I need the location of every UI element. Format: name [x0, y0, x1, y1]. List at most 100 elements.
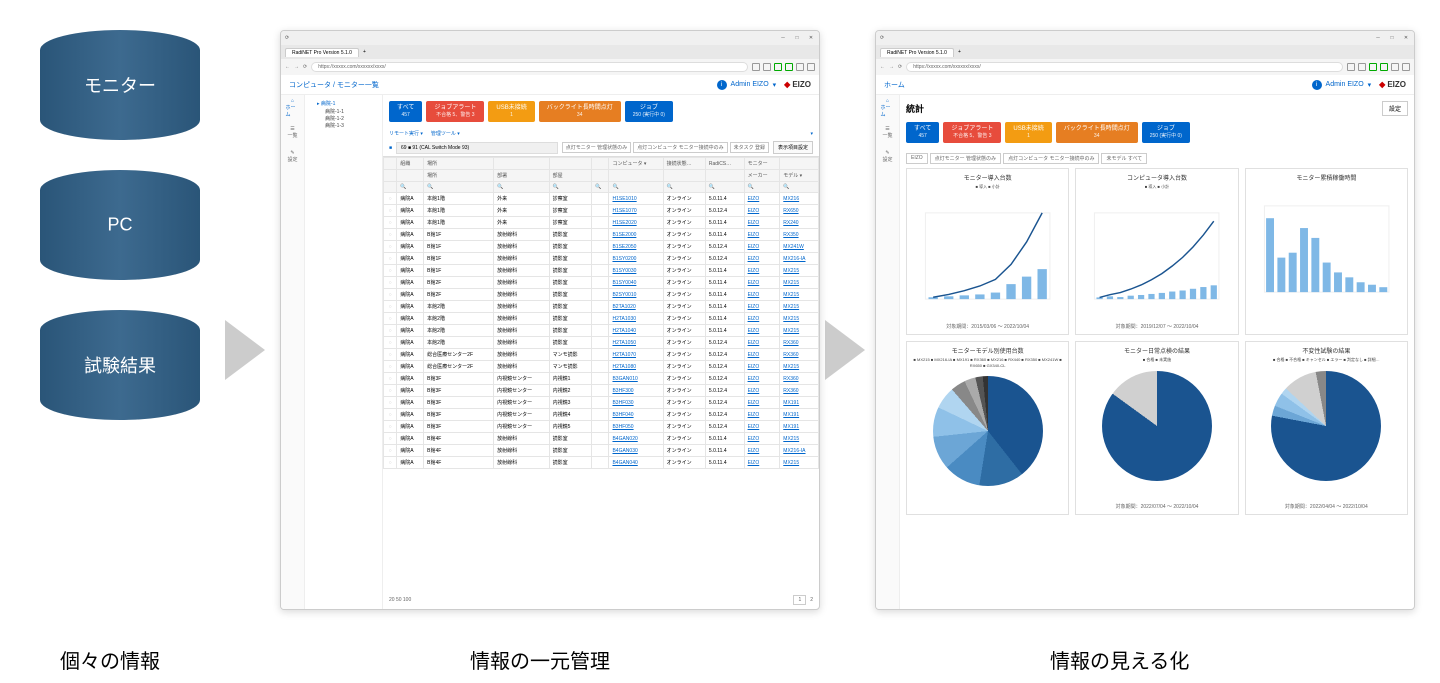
table-row[interactable]: ○病院A本館2階放射線科読影室H2TA1030オンライン5.0.11.4EIZO…	[384, 313, 819, 325]
col-subheader[interactable]	[705, 170, 744, 182]
table-row[interactable]: ○病院AB館1F放射線科読影室B1SY0030オンライン5.0.11.4EIZO…	[384, 265, 819, 277]
col-subheader[interactable]	[609, 170, 663, 182]
table-row[interactable]: ○病院AB館1F放射線科読影室B1SE2050オンライン5.0.12.4EIZO…	[384, 241, 819, 253]
col-subheader[interactable]: メーカー	[744, 170, 780, 182]
url-input[interactable]: https://xxxxx.com/xxxxxx/xxxx/	[906, 62, 1343, 72]
table-row[interactable]: ○病院A本館2階放射線科読影室H2TA1040オンライン5.0.11.4EIZO…	[384, 325, 819, 337]
sidebar-settings-icon[interactable]: ✎設定	[881, 149, 895, 163]
col-filter[interactable]: 🔍	[663, 182, 705, 193]
col-header[interactable]: 場所	[424, 158, 494, 170]
reload-icon[interactable]: ⟳	[898, 64, 902, 70]
tree-child[interactable]: 病院-1-2	[309, 115, 378, 122]
table-row[interactable]: ○病院A本館1階外来診察室H1SE1070オンライン5.0.12.4EIZORX…	[384, 205, 819, 217]
table-row[interactable]: ○病院AB館3F内視鏡センター内視鏡1B3GAN010オンライン5.0.12.4…	[384, 373, 819, 385]
col-subheader[interactable]	[663, 170, 705, 182]
forward-icon[interactable]: →	[294, 64, 299, 70]
table-row[interactable]: ○病院AB館1F放射線科読影室B1SY0200オンライン5.0.12.4EIZO…	[384, 253, 819, 265]
table-row[interactable]: ○病院AB館2F放射線科読影室B1SY0040オンライン5.0.11.4EIZO…	[384, 277, 819, 289]
maximize-icon[interactable]: □	[1388, 35, 1396, 41]
col-header[interactable]: モニター	[744, 158, 780, 170]
status-tag[interactable]: 点灯モニター 管理状態のみ	[562, 142, 631, 153]
table-row[interactable]: ○病院AB館4F放射線科読影室B4GAN020オンライン5.0.11.4EIZO…	[384, 433, 819, 445]
col-header[interactable]	[780, 158, 819, 170]
forward-icon[interactable]: →	[889, 64, 894, 70]
col-subheader[interactable]	[591, 170, 609, 182]
minimize-icon[interactable]: ─	[779, 35, 787, 41]
user-menu[interactable]: iAdmin EIZO▾	[717, 80, 777, 90]
col-filter[interactable]: 🔍	[780, 182, 819, 193]
table-row[interactable]: ○病院A本館1階外来診察室H1SE1010オンライン5.0.11.4EIZOMX…	[384, 193, 819, 205]
table-row[interactable]: ○病院A本館2階放射線科読影室B2TA1020オンライン5.0.11.4EIZO…	[384, 301, 819, 313]
table-row[interactable]: ○病院AB館3F内視鏡センター内視鏡5B3HF050オンライン5.0.12.4E…	[384, 421, 819, 433]
table-row[interactable]: ○病院AB館3F内視鏡センター内視鏡2B3HF300オンライン5.0.12.4E…	[384, 385, 819, 397]
table-row[interactable]: ○病院AB館3F内視鏡センター内視鏡3B3HF030オンライン5.0.12.4E…	[384, 397, 819, 409]
col-header[interactable]	[549, 158, 591, 170]
filter-chip[interactable]: USB未接続1	[488, 101, 534, 122]
col-header[interactable]: RadiCS…	[705, 158, 744, 170]
breadcrumb[interactable]: コンピュータ / モニター一覧	[289, 80, 379, 90]
table-row[interactable]: ○病院AB館3F内視鏡センター内視鏡4B3HF040オンライン5.0.12.4E…	[384, 409, 819, 421]
sidebar-list-icon[interactable]: ☰一覧	[286, 125, 300, 139]
col-filter[interactable]: 🔍	[397, 182, 424, 193]
close-icon[interactable]: ✕	[1402, 35, 1410, 41]
col-filter[interactable]: 🔍	[705, 182, 744, 193]
reload-icon[interactable]: ⟳	[303, 64, 307, 70]
table-row[interactable]: ○病院A総合医療センター2F放射線科マンモ読影H2TA1080オンライン5.0.…	[384, 361, 819, 373]
stat-tab[interactable]: 点灯コンピュータ モニター接続中のみ	[1003, 153, 1099, 164]
minimize-icon[interactable]: ─	[1374, 35, 1382, 41]
col-subheader[interactable]	[397, 170, 424, 182]
col-header[interactable]: コンピュータ ▾	[609, 158, 663, 170]
filter-chip[interactable]: バックライト長時間点灯34	[1056, 122, 1138, 143]
new-tab-icon[interactable]: +	[958, 49, 961, 55]
back-icon[interactable]: ←	[285, 64, 290, 70]
col-filter[interactable]: 🔍	[549, 182, 591, 193]
table-row[interactable]: ○病院AB館4F放射線科読影室B4GAN040オンライン5.0.11.4EIZO…	[384, 457, 819, 469]
sidebar-home-icon[interactable]: ⌂ホーム	[881, 101, 895, 115]
breadcrumb[interactable]: ホーム	[884, 80, 905, 90]
filter-chip[interactable]: ジョブアラート不合格 5、警告 3	[426, 101, 484, 122]
filter-chip[interactable]: ジョブアラート不合格 5、警告 3	[943, 122, 1001, 143]
col-filter[interactable]: 🔍	[744, 182, 780, 193]
url-input[interactable]: https://xxxxx.com/xxxxxx/xxxx/	[311, 62, 748, 72]
tree-child[interactable]: 病院-1-1	[309, 108, 378, 115]
filter-icon[interactable]: ▾	[810, 131, 813, 137]
page-current[interactable]: 1	[793, 595, 806, 605]
remote-menu[interactable]: リモート実行 ▾	[389, 130, 423, 137]
col-filter[interactable]: 🔍	[494, 182, 550, 193]
filter-chip[interactable]: USB未接続1	[1005, 122, 1051, 143]
new-tab-icon[interactable]: +	[363, 49, 366, 55]
user-menu[interactable]: iAdmin EIZO▾	[1312, 80, 1372, 90]
sidebar-list-icon[interactable]: ☰一覧	[881, 125, 895, 139]
maximize-icon[interactable]: □	[793, 35, 801, 41]
col-header[interactable]: 組織	[397, 158, 424, 170]
filter-chip[interactable]: ジョブ250 (実行中 0)	[1142, 122, 1190, 143]
col-filter[interactable]: 🔍	[424, 182, 494, 193]
col-subheader[interactable]: 場所	[424, 170, 494, 182]
col-subheader[interactable]	[384, 170, 397, 182]
col-filter[interactable]: 🔍	[609, 182, 663, 193]
stat-tab[interactable]: 未モデル すべて	[1101, 153, 1147, 164]
col-filter[interactable]: 🔍	[591, 182, 609, 193]
close-icon[interactable]: ✕	[807, 35, 815, 41]
column-config-btn[interactable]: 表示項目設定	[773, 141, 813, 154]
table-row[interactable]: ○病院A本館2階放射線科読影室H2TA1050オンライン5.0.12.4EIZO…	[384, 337, 819, 349]
col-header[interactable]: 接続状態…	[663, 158, 705, 170]
filter-chip[interactable]: バックライト長時間点灯34	[539, 101, 621, 122]
tree-root[interactable]: ▸ 病院-1	[309, 99, 378, 108]
col-subheader[interactable]: モデル ▾	[780, 170, 819, 182]
browser-tab[interactable]: RadiNET Pro Version 5.1.0	[285, 48, 359, 57]
page-size[interactable]: 20 50 100	[389, 597, 411, 603]
filter-chip[interactable]: すべて457	[389, 101, 422, 122]
sidebar-home-icon[interactable]: ⌂ホーム	[286, 101, 300, 115]
monitor-table[interactable]: 組織場所コンピュータ ▾接続状態…RadiCS…モニター場所部署部屋メーカーモデ…	[383, 156, 819, 591]
table-row[interactable]: ○病院A本館1階外来診察室H1SE2020オンライン5.0.11.4EIZORX…	[384, 217, 819, 229]
tree-child[interactable]: 病院-1-3	[309, 122, 378, 129]
filter-chip[interactable]: すべて457	[906, 122, 939, 143]
table-row[interactable]: ○病院AB館4F放射線科読影室B4GAN030オンライン5.0.11.4EIZO…	[384, 445, 819, 457]
col-filter[interactable]	[384, 182, 397, 193]
status-tag[interactable]: 未タスク 登録	[730, 142, 769, 153]
stats-settings-btn[interactable]: 設定	[1382, 101, 1408, 116]
table-row[interactable]: ○病院AB館1F放射線科読影室B1SE2000オンライン5.0.11.4EIZO…	[384, 229, 819, 241]
col-header[interactable]	[591, 158, 609, 170]
status-tag[interactable]: 点灯コンピュータ モニター接続中のみ	[633, 142, 727, 153]
